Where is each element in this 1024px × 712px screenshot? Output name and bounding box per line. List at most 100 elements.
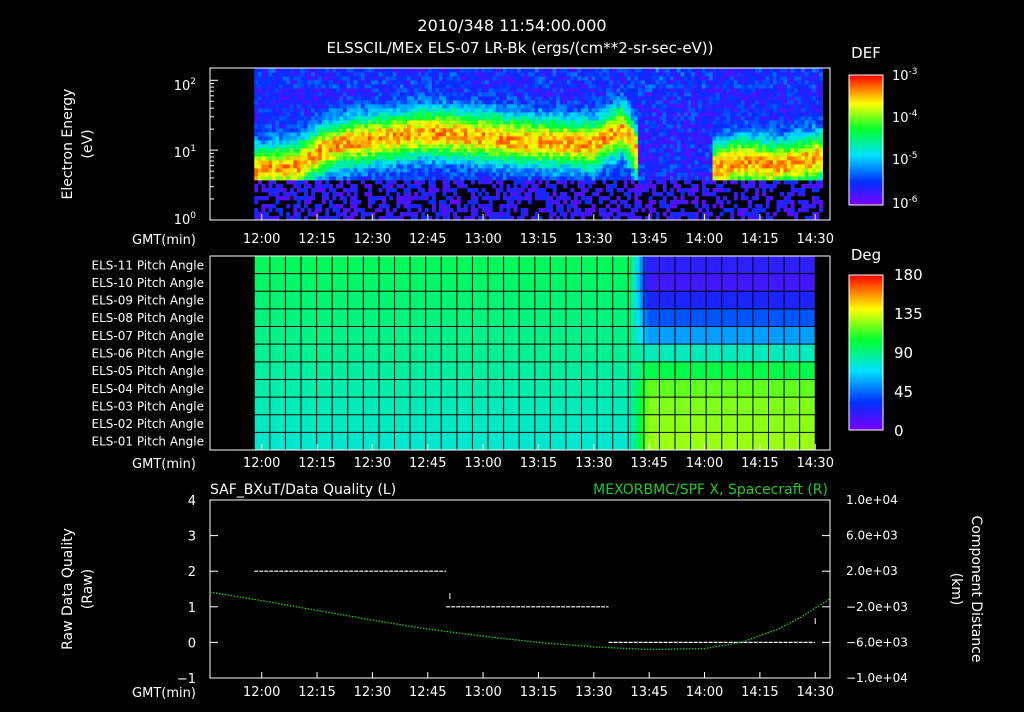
spectrogram-cell <box>293 132 298 137</box>
spectrogram-cell <box>360 108 365 113</box>
spectrogram-cell <box>438 116 443 121</box>
spectrogram-cell <box>517 108 522 113</box>
spectrogram-cell <box>321 160 326 165</box>
spectrogram-cell <box>360 124 365 129</box>
spectrogram-cell <box>389 100 394 105</box>
spectrogram-cell <box>538 196 543 201</box>
spectrogram-cell <box>676 172 681 177</box>
spectrogram-cell <box>442 152 447 157</box>
spectrogram-cell <box>552 104 557 109</box>
spectrogram-cell <box>627 104 632 109</box>
spectrogram-cell <box>296 196 301 201</box>
spectrogram-cell <box>261 84 266 89</box>
spectrogram-cell <box>602 68 607 73</box>
spectrogram-cell <box>595 148 600 153</box>
spectrogram-cell <box>389 172 394 177</box>
spectrogram-cell <box>733 192 738 197</box>
spectrogram-cell <box>534 96 539 101</box>
spectrogram-cell <box>328 120 333 125</box>
spectrogram-cell <box>485 68 490 73</box>
spectrogram-cell <box>431 84 436 89</box>
spectrogram-cell <box>645 140 649 145</box>
spectrogram-cell <box>399 108 404 113</box>
spectrogram-cell <box>335 88 340 93</box>
spectrogram-cell <box>257 168 262 173</box>
spectrogram-cell <box>595 152 600 157</box>
spectrogram-cell <box>620 132 625 137</box>
spectrogram-cell <box>375 124 380 129</box>
spectrogram-cell <box>602 144 607 149</box>
spectrogram-cell <box>311 68 316 73</box>
spectrogram-cell <box>705 100 710 105</box>
spectrogram-cell <box>279 76 284 81</box>
spectrogram-cell <box>538 84 543 89</box>
spectrogram-cell <box>762 116 767 121</box>
spectrogram-cell <box>382 96 387 101</box>
spectrogram-cell <box>268 172 273 177</box>
spectrogram-cell <box>321 84 326 89</box>
spectrogram-cell <box>605 152 610 157</box>
spectrogram-cell <box>598 132 603 137</box>
spectrogram-cell <box>598 144 603 149</box>
spectrogram-cell <box>318 100 323 105</box>
spectrogram-cell <box>602 104 607 109</box>
spectrogram-cell <box>403 180 408 185</box>
spectrogram-cell <box>779 120 784 125</box>
spectrogram-cell <box>538 104 543 109</box>
spectrogram-cell <box>332 164 337 169</box>
spectrogram-cell <box>307 124 312 129</box>
spectrogram-cell <box>744 108 749 113</box>
spectrogram-cell <box>499 184 504 189</box>
spectrogram-cell <box>762 76 767 81</box>
spectrogram-cell <box>620 104 625 109</box>
spectrogram-cell <box>421 68 426 73</box>
spectrogram-cell <box>751 152 756 157</box>
spectrogram-cell <box>431 136 436 141</box>
spectrogram-cell <box>602 208 607 213</box>
spectrogram-cell <box>272 156 276 161</box>
spectrogram-cell <box>375 144 380 149</box>
spectrogram-cell <box>730 156 735 161</box>
spectrogram-cell <box>513 120 518 125</box>
spectrogram-cell <box>343 208 348 213</box>
spectrogram-cell <box>591 88 596 93</box>
spectrogram-cell <box>779 152 784 157</box>
spectrogram-cell <box>769 68 774 73</box>
spectrogram-cell <box>474 196 479 201</box>
spectrogram-cell <box>595 144 600 149</box>
spectrogram-cell <box>726 148 731 153</box>
spectrogram-cell <box>378 128 383 133</box>
spectrogram-cell <box>304 120 308 125</box>
spectrogram-cell <box>602 96 607 101</box>
spectrogram-cell <box>417 204 422 209</box>
spectrogram-cell <box>524 152 529 157</box>
spectrogram-cell <box>304 84 308 89</box>
spectrogram-cell <box>666 172 671 177</box>
spectrogram-cell <box>325 100 330 105</box>
spectrogram-cell <box>733 68 738 73</box>
spectrogram-cell <box>282 72 287 77</box>
spectrogram-cell <box>691 172 696 177</box>
spectrogram-cell <box>591 172 596 177</box>
spectrogram-cell <box>531 96 536 101</box>
spectrogram-cell <box>467 68 472 73</box>
spectrogram-cell <box>581 100 586 105</box>
spectrogram-cell <box>588 164 593 169</box>
spectrogram-cell <box>272 88 276 93</box>
spectrogram-cell <box>648 136 653 141</box>
spectrogram-cell <box>637 116 642 121</box>
spectrogram-cell <box>733 132 738 137</box>
spectrogram-cell <box>293 76 298 81</box>
spectrogram-cell <box>726 72 731 77</box>
spectrogram-cell <box>346 68 351 73</box>
spectrogram-cell <box>744 196 749 201</box>
spectrogram-cell <box>680 200 685 205</box>
spectrogram-cell <box>666 92 671 97</box>
spectrogram-cell <box>488 156 493 161</box>
spectrogram-cell <box>772 128 777 133</box>
spectrogram-cell <box>275 144 280 149</box>
spectrogram-cell <box>435 152 440 157</box>
spectrogram-cell <box>648 76 653 81</box>
spectrogram-cell <box>637 136 642 141</box>
spectrogram-cell <box>627 140 632 145</box>
